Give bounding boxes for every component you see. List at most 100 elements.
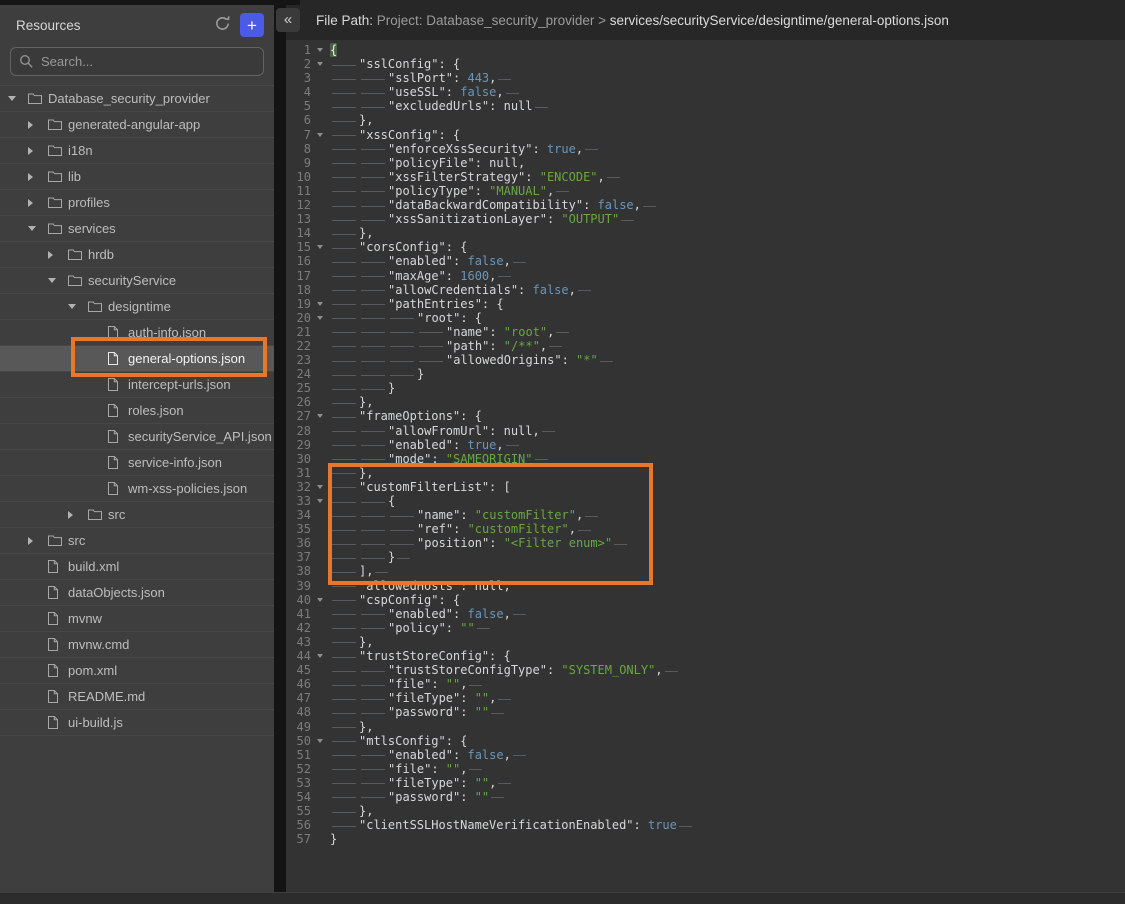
tree-item-securityService_API.json[interactable]: securityService_API.json (0, 424, 274, 450)
tree-item-Database_security_provider[interactable]: Database_security_provider (0, 86, 274, 112)
tree-expand-arrow-icon[interactable] (28, 173, 48, 181)
code-line[interactable]: 25 } (286, 381, 1125, 395)
code-line[interactable]: 38 ], (286, 564, 1125, 578)
fold-arrow-icon[interactable] (311, 245, 324, 249)
code-line[interactable]: 14 }, (286, 226, 1125, 240)
tree-item-roles.json[interactable]: roles.json (0, 398, 274, 424)
code-line[interactable]: 23 "allowedOrigins": "*" (286, 353, 1125, 367)
code-line[interactable]: 52 "file": "", (286, 762, 1125, 776)
code-line[interactable]: 55 }, (286, 804, 1125, 818)
tree-expand-arrow-icon[interactable] (28, 147, 48, 155)
code-line[interactable]: 44 "trustStoreConfig": { (286, 649, 1125, 663)
code-line[interactable]: 43 }, (286, 635, 1125, 649)
tree-expand-arrow-icon[interactable] (8, 96, 28, 101)
code-line[interactable]: 18 "allowCredentials": false, (286, 283, 1125, 297)
code-line[interactable]: 47 "fileType": "", (286, 691, 1125, 705)
tree-item-general-options.json[interactable]: general-options.json (0, 346, 274, 372)
code-line[interactable]: 45 "trustStoreConfigType": "SYSTEM_ONLY"… (286, 663, 1125, 677)
tree-expand-arrow-icon[interactable] (28, 226, 48, 231)
tree-item-build.xml[interactable]: build.xml (0, 554, 274, 580)
tree-item-pom.xml[interactable]: pom.xml (0, 658, 274, 684)
tree-item-generated-angular-app[interactable]: generated-angular-app (0, 112, 274, 138)
code-line[interactable]: 16 "enabled": false, (286, 254, 1125, 268)
code-line[interactable]: 19 "pathEntries": { (286, 297, 1125, 311)
tree-item-src[interactable]: src (0, 528, 274, 554)
code-line[interactable]: 28 "allowFromUrl": null, (286, 424, 1125, 438)
tree-expand-arrow-icon[interactable] (28, 537, 48, 545)
code-line[interactable]: 31 }, (286, 466, 1125, 480)
code-line[interactable]: 15 "corsConfig": { (286, 240, 1125, 254)
code-line[interactable]: 34 "name": "customFilter", (286, 508, 1125, 522)
code-line[interactable]: 11 "policyType": "MANUAL", (286, 184, 1125, 198)
fold-arrow-icon[interactable] (311, 302, 324, 306)
code-line[interactable]: 56 "clientSSLHostNameVerificationEnabled… (286, 818, 1125, 832)
tree-item-ui-build.js[interactable]: ui-build.js (0, 710, 274, 736)
add-resource-button[interactable]: + (240, 13, 264, 37)
code-line[interactable]: 37 } (286, 550, 1125, 564)
code-line[interactable]: 10 "xssFilterStrategy": "ENCODE", (286, 170, 1125, 184)
tree-expand-arrow-icon[interactable] (48, 251, 68, 259)
fold-arrow-icon[interactable] (311, 485, 324, 489)
code-line[interactable]: 39 "allowedHosts": null, (286, 579, 1125, 593)
fold-arrow-icon[interactable] (311, 598, 324, 602)
tree-item-mvnw[interactable]: mvnw (0, 606, 274, 632)
tree-item-README.md[interactable]: README.md (0, 684, 274, 710)
code-line[interactable]: 7 "xssConfig": { (286, 128, 1125, 142)
code-line[interactable]: 2 "sslConfig": { (286, 57, 1125, 71)
tree-expand-arrow-icon[interactable] (28, 199, 48, 207)
code-line[interactable]: 9 "policyFile": null, (286, 156, 1125, 170)
code-line[interactable]: 8 "enforceXssSecurity": true, (286, 142, 1125, 156)
code-line[interactable]: 1 { (286, 43, 1125, 57)
code-line[interactable]: 33 { (286, 494, 1125, 508)
search-input[interactable] (10, 47, 264, 76)
code-line[interactable]: 53 "fileType": "", (286, 776, 1125, 790)
tree-item-lib[interactable]: lib (0, 164, 274, 190)
tree-expand-arrow-icon[interactable] (68, 511, 88, 519)
tree-item-hrdb[interactable]: hrdb (0, 242, 274, 268)
fold-arrow-icon[interactable] (311, 62, 324, 66)
tree-item-profiles[interactable]: profiles (0, 190, 274, 216)
tree-expand-arrow-icon[interactable] (68, 304, 88, 309)
fold-arrow-icon[interactable] (311, 48, 324, 52)
tree-expand-arrow-icon[interactable] (48, 278, 68, 283)
code-line[interactable]: 32 "customFilterList": [ (286, 480, 1125, 494)
code-line[interactable]: 30 "mode": "SAMEORIGIN" (286, 452, 1125, 466)
tree-item-wm-xss-policies.json[interactable]: wm-xss-policies.json (0, 476, 274, 502)
code-editor[interactable]: 1 { 2 "sslConfig": { 3 "sslPort": 443, 4… (286, 40, 1125, 893)
code-line[interactable]: 46 "file": "", (286, 677, 1125, 691)
tree-item-i18n[interactable]: i18n (0, 138, 274, 164)
code-line[interactable]: 54 "password": "" (286, 790, 1125, 804)
fold-arrow-icon[interactable] (311, 414, 324, 418)
tree-item-services[interactable]: services (0, 216, 274, 242)
fold-arrow-icon[interactable] (311, 499, 324, 503)
code-line[interactable]: 26 }, (286, 395, 1125, 409)
code-line[interactable]: 36 "position": "<Filter enum>" (286, 536, 1125, 550)
code-line[interactable]: 12 "dataBackwardCompatibility": false, (286, 198, 1125, 212)
refresh-button[interactable] (210, 13, 234, 37)
tree-item-auth-info.json[interactable]: auth-info.json (0, 320, 274, 346)
code-line[interactable]: 41 "enabled": false, (286, 607, 1125, 621)
code-line[interactable]: 21 "name": "root", (286, 325, 1125, 339)
fold-arrow-icon[interactable] (311, 654, 324, 658)
code-line[interactable]: 3 "sslPort": 443, (286, 71, 1125, 85)
tree-item-designtime[interactable]: designtime (0, 294, 274, 320)
code-line[interactable]: 29 "enabled": true, (286, 438, 1125, 452)
code-line[interactable]: 22 "path": "/**", (286, 339, 1125, 353)
tree-item-src[interactable]: src (0, 502, 274, 528)
code-line[interactable]: 17 "maxAge": 1600, (286, 269, 1125, 283)
tree-expand-arrow-icon[interactable] (28, 121, 48, 129)
code-line[interactable]: 50 "mtlsConfig": { (286, 734, 1125, 748)
code-line[interactable]: 40 "cspConfig": { (286, 593, 1125, 607)
tree-item-dataObjects.json[interactable]: dataObjects.json (0, 580, 274, 606)
code-line[interactable]: 57 } (286, 832, 1125, 846)
collapse-panel-button[interactable]: « (276, 8, 300, 32)
code-line[interactable]: 4 "useSSL": false, (286, 85, 1125, 99)
code-line[interactable]: 51 "enabled": false, (286, 748, 1125, 762)
code-line[interactable]: 35 "ref": "customFilter", (286, 522, 1125, 536)
fold-arrow-icon[interactable] (311, 316, 324, 320)
code-line[interactable]: 24 } (286, 367, 1125, 381)
code-line[interactable]: 13 "xssSanitizationLayer": "OUTPUT" (286, 212, 1125, 226)
bottom-scrollbar-track[interactable] (0, 892, 1125, 904)
code-line[interactable]: 48 "password": "" (286, 705, 1125, 719)
code-line[interactable]: 49 }, (286, 720, 1125, 734)
